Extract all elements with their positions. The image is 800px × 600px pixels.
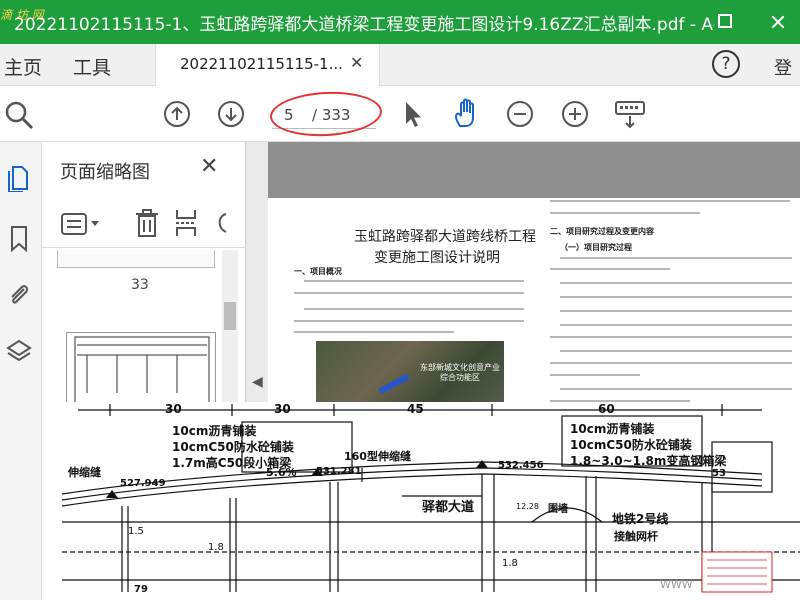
dim-span-2: 30: [274, 402, 291, 416]
rotate-page-icon[interactable]: [214, 210, 228, 236]
doc-heading-1: 玉虹路跨驿都大道跨线桥工程: [354, 229, 536, 245]
window-title: 20221102115115-1、玉虹路跨驿都大道桥梁工程变更施工图设计9.16…: [14, 15, 714, 35]
tab-tools[interactable]: 工具: [73, 53, 111, 80]
hand-tool-icon[interactable]: [452, 98, 482, 130]
page-gap: [268, 142, 800, 198]
select-cursor-icon[interactable]: [400, 100, 428, 128]
text-line: [550, 200, 790, 202]
dim-span-4: 60: [598, 402, 615, 416]
map-caption: 东部新城文化创意产业综合功能区: [420, 363, 500, 382]
collapse-panel-icon[interactable]: ◀: [252, 374, 263, 390]
right-pave-2: 10cmC50防水砼铺装: [570, 438, 692, 452]
section-heading-left: 一、项目概况: [294, 267, 342, 276]
text-line: [550, 268, 670, 270]
maximize-icon: [718, 14, 732, 28]
doc-heading-2: 变更施工图设计说明: [374, 250, 500, 266]
bridge-elevation-drawing: 30 30 45 60 10cm沥青铺装 10cmC50防水砼铺装 1.7m高C…: [62, 402, 800, 600]
elevation-3: 532.456: [498, 460, 544, 471]
thumbnail-drawing: [74, 336, 210, 408]
page-thumbnail-next[interactable]: [66, 332, 216, 412]
text-line: [560, 282, 792, 284]
panel-toolbar: [42, 202, 246, 248]
tab-document[interactable]: 20221102115115-1... ✕: [155, 44, 380, 86]
red-annotation-ellipse: [268, 89, 384, 139]
dim-span-1: 30: [165, 402, 182, 416]
toolbar: 5 / 333: [0, 86, 800, 142]
layers-icon[interactable]: [5, 338, 33, 366]
text-line: [550, 336, 792, 338]
road-name-label: 驿都大道: [422, 500, 475, 515]
document-tab-label: 20221102115115-1...: [180, 55, 343, 73]
dim-1-8-left: 1.8: [208, 542, 224, 553]
text-line: [560, 350, 792, 352]
close-tab-icon[interactable]: ✕: [350, 53, 363, 72]
text-line: [550, 362, 792, 364]
watermark-text: WWW: [660, 578, 693, 591]
mark-79: 79: [134, 584, 148, 595]
text-line: [294, 331, 454, 333]
zoom-out-icon[interactable]: [506, 100, 534, 128]
dim-12-28: 12.28: [516, 502, 539, 511]
text-line: [550, 374, 640, 376]
dim-1-5: 1.5: [128, 526, 144, 537]
keyboard-icon[interactable]: [614, 100, 646, 130]
page-up-icon[interactable]: [163, 100, 191, 128]
delete-icon[interactable]: [134, 208, 160, 238]
bookmark-icon[interactable]: [5, 224, 33, 252]
dim-span-3: 45: [407, 402, 424, 416]
text-line: [304, 280, 524, 282]
scrollbar-thumb[interactable]: [224, 302, 236, 330]
left-pave-2: 10cmC50防水砼铺装: [172, 440, 294, 454]
page-thumbnails-icon[interactable]: [5, 164, 33, 192]
zoom-in-icon[interactable]: [561, 100, 589, 128]
slope-label: 5.6%: [266, 466, 297, 479]
text-line: [560, 388, 792, 390]
attachment-icon[interactable]: [5, 280, 33, 308]
search-icon[interactable]: [4, 100, 34, 130]
panel-title: 页面缩略图: [60, 162, 150, 183]
right-pave-3: 1.8~3.0~1.8m变高钢箱梁: [570, 454, 727, 468]
close-panel-icon[interactable]: ✕: [200, 154, 218, 179]
section-heading-right: 二、项目研究过程及变更内容: [550, 227, 654, 236]
satellite-map-image: 东部新城文化创意产业综合功能区: [316, 341, 504, 405]
text-line: [294, 292, 524, 294]
title-bar: 滴 坊 网 20221102115115-1、玉虹路跨驿都大道桥梁工程变更施工图…: [0, 0, 800, 44]
expansion-joint-label: 伸缩缝: [68, 466, 101, 479]
maximize-button[interactable]: [702, 0, 748, 44]
text-line: [560, 257, 792, 259]
text-line: [294, 320, 524, 322]
options-menu-icon[interactable]: [60, 210, 104, 238]
dim-1-8-mid: 1.8: [502, 558, 518, 569]
text-line: [560, 310, 792, 312]
tab-home[interactable]: 主页: [4, 53, 42, 80]
text-line: [304, 308, 524, 310]
thumbnail-page-number: 33: [131, 277, 149, 293]
road-highlight: [378, 373, 410, 395]
catenary-pole-label: 接触网杆: [614, 530, 658, 543]
text-line: [560, 324, 792, 326]
left-nav-rail: [0, 142, 42, 600]
elevation-1: 527.949: [120, 478, 166, 489]
subsection-heading: （一）项目研究过程: [560, 243, 632, 252]
page-down-icon[interactable]: [217, 100, 245, 128]
fence-label: 围墙: [548, 504, 568, 515]
help-icon[interactable]: ?: [712, 50, 740, 78]
extract-page-icon[interactable]: [174, 208, 198, 238]
left-pave-1: 10cm沥青铺装: [172, 424, 257, 438]
mark-53: 53: [712, 468, 726, 479]
login-button[interactable]: 登: [774, 54, 792, 80]
page-thumbnail-33[interactable]: [57, 250, 215, 268]
expansion-joint-160-label: 160型伸缩缝: [344, 450, 411, 463]
tab-bar: 主页 工具 20221102115115-1... ✕ ? 登: [0, 44, 800, 86]
elevation-2: 531.281: [316, 466, 362, 477]
text-line: [550, 212, 700, 214]
metro-label: 地铁2号线: [612, 512, 669, 526]
close-window-button[interactable]: [754, 0, 800, 44]
text-line: [560, 296, 792, 298]
right-pave-1: 10cm沥青铺装: [570, 422, 655, 436]
